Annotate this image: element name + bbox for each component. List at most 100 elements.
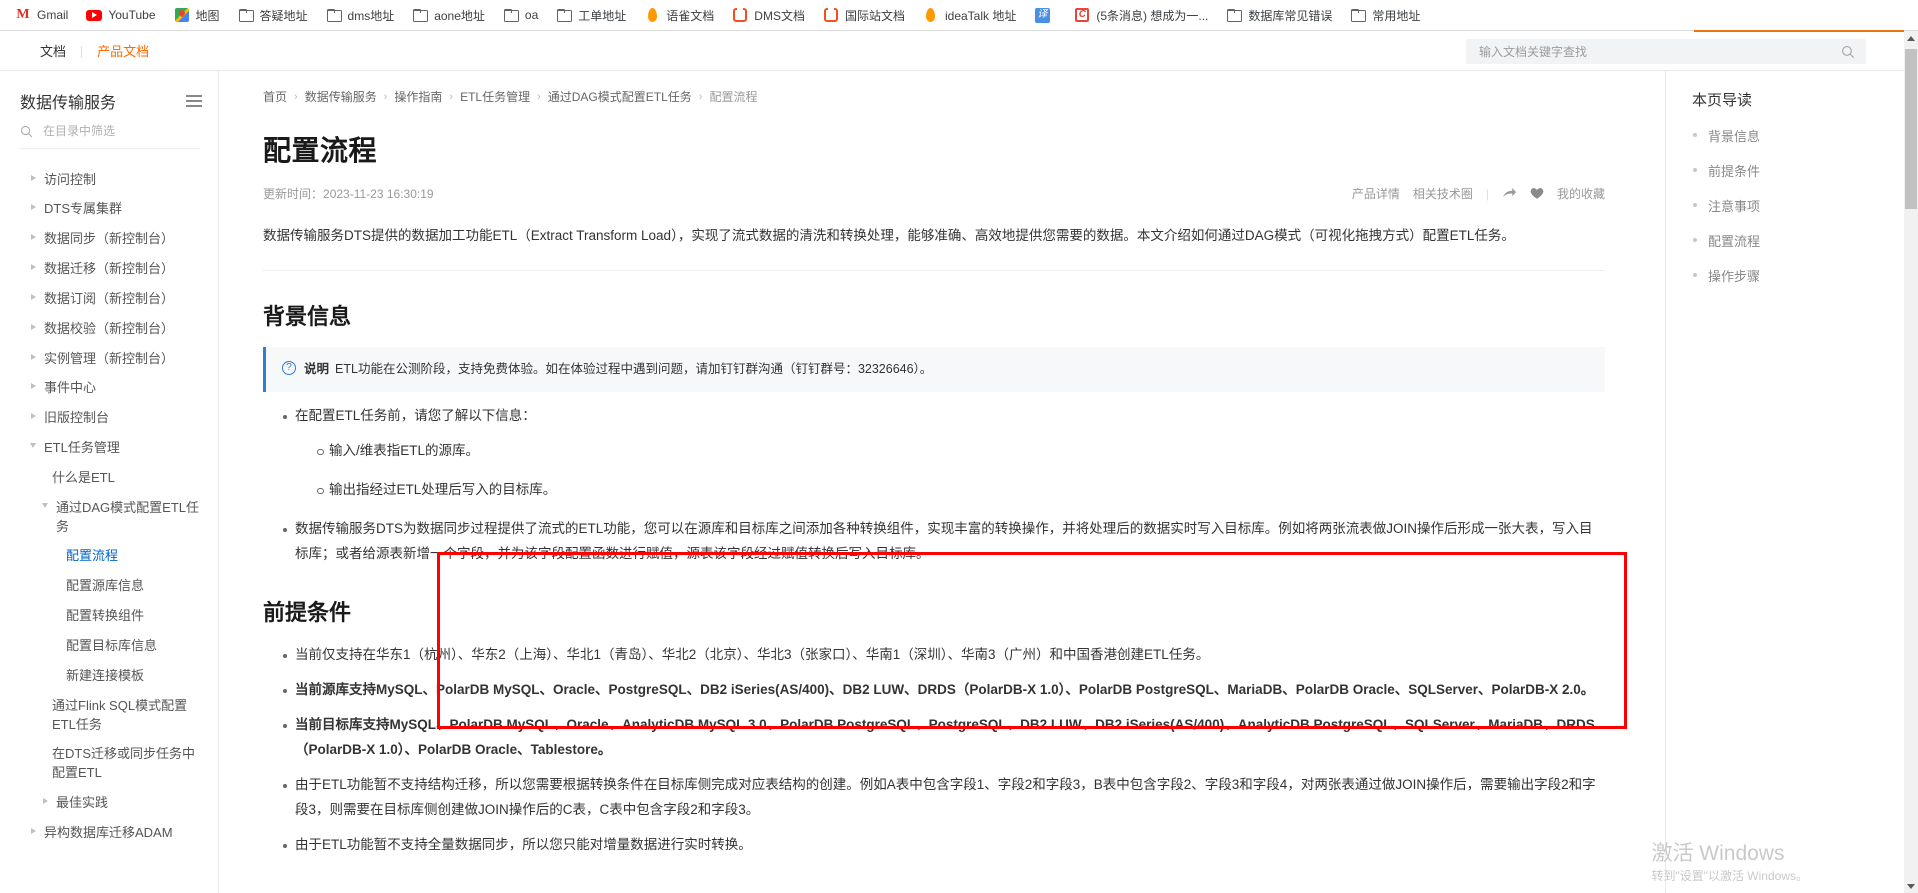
bookmark-dayi[interactable]: 答疑地址 — [229, 4, 317, 27]
bookmark-label: 国际站文档 — [844, 8, 905, 23]
page-body: 数据传输服务 访问控制 DTS专属集群 数据同步（新控制台） — [0, 71, 1918, 893]
heart-icon[interactable] — [1530, 187, 1544, 200]
sidebar-item-best-practice[interactable]: 最佳实践 — [0, 789, 218, 819]
breadcrumb-item-home[interactable]: 首页 — [263, 88, 287, 105]
sidebar-filter[interactable] — [20, 123, 200, 149]
browser-bookmark-bar: M Gmail YouTube 地图 答疑地址 dms地址 aone地址 oa … — [0, 0, 1918, 31]
scroll-up-arrow-icon[interactable] — [1904, 31, 1918, 45]
breadcrumb-item-dts[interactable]: 数据传输服务 — [305, 88, 377, 105]
sidebar-item-label: 旧版控制台 — [44, 410, 110, 426]
chevron-right-icon[interactable] — [26, 824, 40, 834]
bookmark-common-links[interactable]: 常用地址 — [1341, 4, 1429, 27]
chevron-down-icon[interactable] — [38, 499, 52, 508]
sidebar-filter-input[interactable] — [41, 123, 200, 139]
chevron-right-icon[interactable] — [26, 260, 40, 271]
sidebar-item-instance-management[interactable]: 实例管理（新控制台） — [0, 344, 218, 374]
active-tab-indicator — [1694, 30, 1904, 32]
breadcrumb-item-guide[interactable]: 操作指南 — [394, 88, 442, 105]
scrollbar-thumb[interactable] — [1905, 49, 1917, 209]
sidebar-item-legacy-console[interactable]: 旧版控制台 — [0, 404, 218, 434]
share-icon[interactable] — [1502, 187, 1517, 200]
toc-item-notices[interactable]: 注意事项 — [1692, 196, 1898, 215]
sidebar-header: 数据传输服务 — [0, 71, 218, 123]
sidebar-item-dts-cluster[interactable]: DTS专属集群 — [0, 195, 218, 225]
doc-update-time: 更新时间：2023-11-23 16:30:19 — [263, 185, 434, 202]
hamburger-icon[interactable] — [186, 95, 202, 107]
header-nav: 文档 | 产品文档 — [26, 41, 163, 60]
sidebar-item-etl-management[interactable]: ETL任务管理 — [0, 434, 218, 464]
sidebar-item-dts-task-etl[interactable]: 在DTS迁移或同步任务中配置ETL — [0, 740, 218, 789]
doc-body: 配置流程 更新时间：2023-11-23 16:30:19 产品详情 相关技术圈… — [219, 129, 1665, 893]
nav-product-docs[interactable]: 产品文档 — [83, 41, 163, 60]
bookmark-aone[interactable]: aone地址 — [403, 4, 494, 27]
chevron-right-icon[interactable] — [26, 409, 40, 420]
chevron-right-icon[interactable] — [26, 320, 40, 330]
chevron-right-icon[interactable] — [26, 290, 40, 300]
sidebar-item-event-center[interactable]: 事件中心 — [0, 374, 218, 404]
breadcrumb-separator: › — [698, 90, 703, 103]
product-detail-link[interactable]: 产品详情 — [1352, 185, 1400, 202]
favorite-link[interactable]: 我的收藏 — [1557, 185, 1605, 202]
sidebar-item-config-source[interactable]: 配置源库信息 — [0, 572, 218, 602]
sidebar-item-flink-sql-etl[interactable]: 通过Flink SQL模式配置ETL任务 — [0, 691, 218, 740]
sidebar-item-config-transform[interactable]: 配置转换组件 — [0, 602, 218, 632]
tech-circle-link[interactable]: 相关技术圈 — [1413, 185, 1473, 202]
sidebar-item-label: 新建连接模板 — [66, 667, 145, 683]
sidebar-item-data-migration[interactable]: 数据迁移（新控制台） — [0, 255, 218, 285]
toc-item-background[interactable]: 背景信息 — [1692, 126, 1898, 145]
header-search[interactable] — [1466, 39, 1866, 64]
sidebar-item-data-verification[interactable]: 数据校验（新控制台） — [0, 314, 218, 344]
sidebar-item-what-is-etl[interactable]: 什么是ETL — [0, 463, 218, 493]
chevron-right-icon[interactable] — [26, 171, 40, 181]
toc-item-config-flow[interactable]: 配置流程 — [1692, 231, 1898, 250]
bookmark-gmail[interactable]: M Gmail — [6, 4, 77, 26]
sidebar-item-label: 什么是ETL — [52, 469, 115, 485]
search-icon[interactable] — [1841, 45, 1855, 59]
sidebar-item-config-flow[interactable]: 配置流程 — [0, 542, 218, 572]
sidebar-item-adam[interactable]: 异构数据库迁移ADAM — [0, 818, 218, 848]
maps-icon — [174, 7, 190, 23]
vertical-scrollbar[interactable] — [1904, 31, 1918, 893]
toc-item-steps[interactable]: 操作步骤 — [1692, 266, 1898, 285]
chevron-down-icon[interactable] — [26, 439, 40, 449]
bookmark-csdn[interactable]: C (5条消息) 想成为一... — [1065, 4, 1217, 27]
sidebar-item-dag-mode-etl[interactable]: 通过DAG模式配置ETL任务 — [0, 493, 218, 542]
bookmark-yuque[interactable]: 语雀文档 — [635, 4, 723, 27]
bookmark-intl-doc[interactable]: 国际站文档 — [814, 4, 914, 27]
sidebar-item-data-subscription[interactable]: 数据订阅（新控制台） — [0, 284, 218, 314]
sidebar-item-new-connection-template[interactable]: 新建连接模板 — [0, 661, 218, 691]
bookmark-dms[interactable]: dms地址 — [317, 4, 404, 27]
bookmark-ideatalk[interactable]: ideaTalk 地址 — [914, 4, 1025, 27]
search-input[interactable] — [1477, 43, 1841, 60]
sidebar-item-config-target[interactable]: 配置目标库信息 — [0, 632, 218, 662]
chevron-right-icon[interactable] — [26, 350, 40, 360]
sidebar-item-label: 配置目标库信息 — [66, 638, 158, 653]
sidebar-item-label: 数据订阅（新控制台） — [44, 290, 175, 306]
folder-icon — [326, 7, 342, 23]
breadcrumb: 首页 › 数据传输服务 › 操作指南 › ETL任务管理 › 通过DAG模式配置… — [219, 71, 1665, 105]
bookmark-gongdan[interactable]: 工单地址 — [547, 4, 635, 27]
scroll-down-arrow-icon[interactable] — [1904, 879, 1918, 893]
bookmark-label: ideaTalk 地址 — [944, 8, 1017, 23]
breadcrumb-item-dag[interactable]: 通过DAG模式配置ETL任务 — [548, 88, 692, 105]
bookmark-translate[interactable]: 译 — [1025, 4, 1065, 26]
bookmark-db-errors[interactable]: 数据库常见错误 — [1217, 4, 1341, 27]
sidebar-item-data-sync[interactable]: 数据同步（新控制台） — [0, 225, 218, 255]
toc-item-prerequisites[interactable]: 前提条件 — [1692, 161, 1898, 180]
chevron-right-icon[interactable] — [38, 794, 52, 805]
site-header: 文档 | 产品文档 — [0, 30, 1918, 71]
bookmark-oa[interactable]: oa — [494, 4, 547, 26]
bookmark-dms-doc[interactable]: DMS文档 — [723, 4, 814, 27]
nav-docs[interactable]: 文档 — [26, 41, 80, 60]
yuque-icon — [644, 7, 660, 23]
note-body: 说明 ETL功能在公测阶段，支持免费体验。如在体验过程中遇到问题，请加钉钉群沟通（… — [304, 359, 932, 380]
chevron-right-icon[interactable] — [26, 200, 40, 211]
sidebar-item-access-control[interactable]: 访问控制 — [0, 165, 218, 195]
doc-lead-paragraph: 数据传输服务DTS提供的数据加工功能ETL（Extract Transform … — [263, 224, 1605, 271]
bookmark-youtube[interactable]: YouTube — [77, 4, 164, 26]
list-item: 在配置ETL任务前，请您了解以下信息： 输入/维表指ETL的源库。 输出指经过E… — [283, 404, 1605, 503]
chevron-right-icon[interactable] — [26, 230, 40, 241]
chevron-right-icon[interactable] — [26, 379, 40, 390]
bookmark-maps[interactable]: 地图 — [165, 4, 229, 27]
breadcrumb-item-etl[interactable]: ETL任务管理 — [460, 88, 530, 105]
